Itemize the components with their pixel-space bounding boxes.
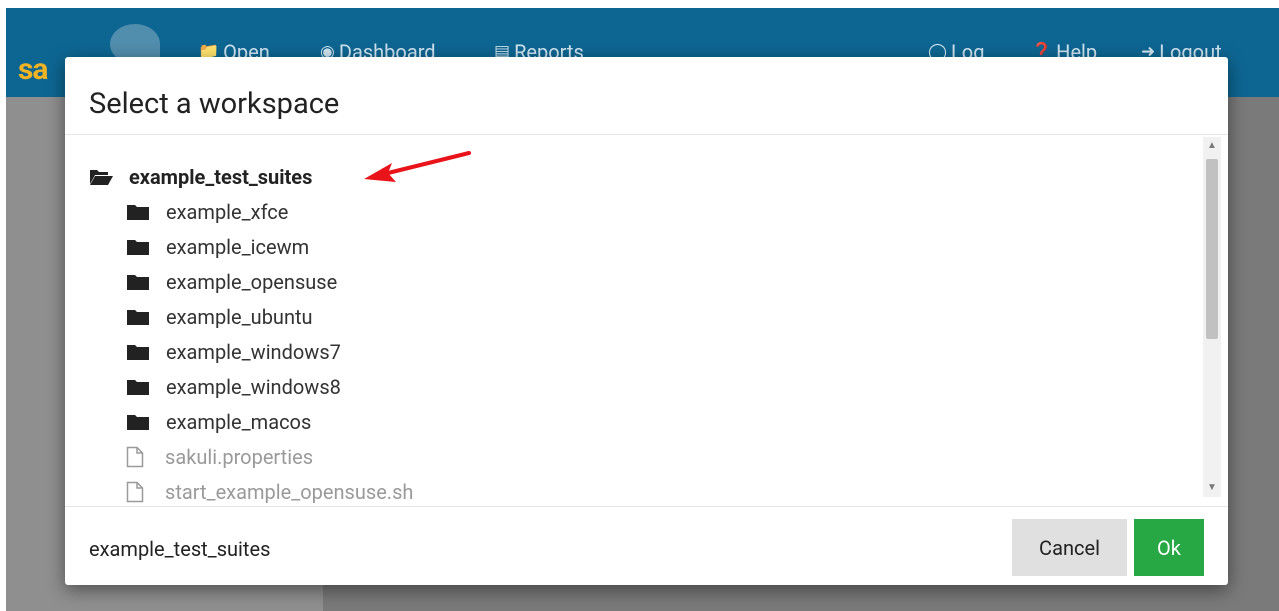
tree-file-label: sakuli.properties [165,445,314,469]
tree-folder-item[interactable]: example_macos [126,407,311,437]
file-icon [126,481,144,503]
modal-header: Select a workspace [65,57,1228,135]
annotation-arrow-icon [364,151,471,182]
cancel-button[interactable]: Cancel [1012,519,1127,576]
tree-folder-label: example_icewm [166,235,310,259]
tree-folder-item[interactable]: example_icewm [126,232,309,262]
tree-scrollbar[interactable]: ▲ ▼ [1203,137,1221,497]
folder-icon [126,413,151,431]
workspace-modal: Select a workspace example_test_suites e… [65,57,1228,585]
tree-folder-label: example_ubuntu [166,305,313,329]
folder-open-icon [89,168,114,186]
folder-icon [126,343,151,361]
app-logo: sa [18,52,48,87]
selected-workspace-path: example_test_suites [89,537,271,561]
tree-folder-item[interactable]: example_windows8 [126,372,341,402]
scroll-down-icon[interactable]: ▼ [1203,479,1221,497]
ok-button[interactable]: Ok [1134,519,1204,576]
tree-folder-item[interactable]: example_opensuse [126,267,337,297]
tree-file-label: start_example_opensuse.sh [165,480,414,504]
file-icon [126,446,144,468]
tree-file-item[interactable]: sakuli.properties [123,442,313,472]
folder-icon [126,308,151,326]
workspace-tree: example_test_suites example_xfce example… [65,135,1228,506]
tree-root-label: example_test_suites [129,165,313,189]
modal-footer: example_test_suites Cancel Ok [65,506,1228,586]
tree-folder-label: example_windows8 [166,375,341,399]
folder-icon [126,378,151,396]
scroll-thumb[interactable] [1206,159,1218,339]
folder-icon [126,273,151,291]
folder-icon [126,203,151,221]
tree-folder-label: example_windows7 [166,340,341,364]
folder-icon [126,238,151,256]
tree-folder-label: example_opensuse [166,270,338,294]
tree-file-item[interactable]: start_example_opensuse.sh [123,477,413,506]
tree-folder-item[interactable]: example_xfce [126,197,288,227]
scroll-up-icon[interactable]: ▲ [1203,137,1221,155]
modal-title: Select a workspace [89,87,340,121]
tree-root-item[interactable]: example_test_suites [89,162,312,192]
tree-folder-label: example_xfce [166,200,289,224]
tree-folder-item[interactable]: example_windows7 [126,337,341,367]
tree-folder-label: example_macos [166,410,312,434]
tree-folder-item[interactable]: example_ubuntu [126,302,313,332]
